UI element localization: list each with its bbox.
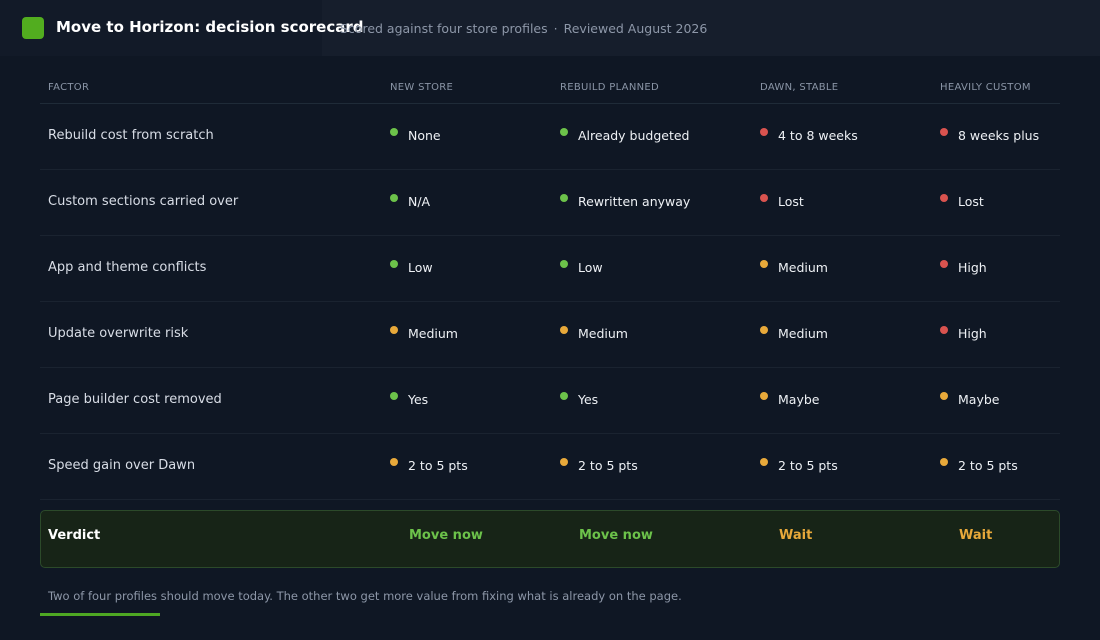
status-dot-icon (560, 128, 568, 136)
footnote: Two of four profiles should move today. … (48, 589, 682, 603)
factor-label: Rebuild cost from scratch (48, 128, 214, 143)
cell-value: Yes (408, 392, 429, 407)
status-dot-icon (560, 326, 568, 334)
verdict-rebuild-planned: Move now (579, 528, 653, 543)
cell-value: 2 to 5 pts (408, 458, 468, 473)
status-dot-icon (560, 392, 568, 400)
factor-label: Update overwrite risk (48, 326, 189, 341)
column-header-dawn-stable: DAWN, STABLE (760, 82, 839, 93)
cell-value: N/A (408, 194, 431, 209)
cell-value: 8 weeks plus (958, 128, 1040, 143)
table-row: Custom sections carried over N/A Rewritten… (40, 170, 1060, 236)
status-dot-icon (760, 260, 768, 268)
verdict-new-store: Move now (409, 528, 483, 543)
status-dot-icon (940, 260, 948, 268)
status-dot-icon (940, 128, 948, 136)
app-logo-icon (22, 17, 44, 39)
column-header-new-store: NEW STORE (390, 82, 454, 93)
status-dot-icon (390, 458, 398, 466)
factor-label: Page builder cost removed (48, 392, 222, 407)
status-dot-icon (940, 326, 948, 334)
cell-value: Maybe (778, 392, 820, 407)
verdict-dawn-stable: Wait (779, 528, 813, 543)
status-dot-icon (940, 458, 948, 466)
cell-value: Medium (778, 260, 828, 275)
status-dot-icon (760, 326, 768, 334)
cell-value: Already budgeted (578, 128, 690, 143)
cell-value: Low (408, 260, 433, 275)
cell-value: High (958, 260, 987, 275)
cell-value: None (408, 128, 441, 143)
column-header-rebuild-planned: REBUILD PLANNED (560, 82, 659, 93)
table-row: Rebuild cost from scratch None Already bud… (40, 104, 1060, 170)
table-row: Speed gain over Dawn 2 to 5 pts 2 to 5 pts… (40, 434, 1060, 500)
column-header-heavily-custom: HEAVILY CUSTOM (940, 82, 1031, 93)
status-dot-icon (560, 260, 568, 268)
cell-value: Lost (958, 194, 984, 209)
header-separator: · (553, 21, 558, 36)
cell-value: Medium (778, 326, 828, 341)
header-reviewed: Reviewed August 2026 (563, 21, 708, 36)
header-subtitle: Scored against four store profiles (340, 21, 548, 36)
cell-value: Medium (408, 326, 458, 341)
column-header-factor: FACTOR (48, 82, 90, 93)
cell-value: 2 to 5 pts (578, 458, 638, 473)
factor-label: App and theme conflicts (48, 260, 207, 275)
cell-value: Low (578, 260, 603, 275)
status-dot-icon (940, 392, 948, 400)
cell-value: Yes (578, 392, 599, 407)
status-dot-icon (760, 392, 768, 400)
status-dot-icon (560, 458, 568, 466)
factor-label: Speed gain over Dawn (48, 458, 196, 473)
status-dot-icon (390, 128, 398, 136)
table-row: Update overwrite risk Medium Medium Medium H… (40, 302, 1060, 368)
cell-value: Rewritten anyway (578, 194, 691, 209)
cell-value: 2 to 5 pts (778, 458, 838, 473)
status-dot-icon (390, 392, 398, 400)
header-bar: Move to Horizon: decision scorecard Scor… (0, 0, 1100, 56)
verdict-heavily-custom: Wait (959, 528, 993, 543)
status-dot-icon (390, 194, 398, 202)
status-dot-icon (560, 194, 568, 202)
cell-value: High (958, 326, 987, 341)
status-dot-icon (760, 194, 768, 202)
factor-label: Custom sections carried over (48, 194, 239, 209)
status-dot-icon (940, 194, 948, 202)
status-dot-icon (760, 128, 768, 136)
cell-value: 2 to 5 pts (958, 458, 1018, 473)
table-row: App and theme conflicts Low Low Medium High (40, 236, 1060, 302)
cell-value: 4 to 8 weeks (778, 128, 858, 143)
table-header: FACTOR NEW STORE REBUILD PLANNED DAWN, S… (40, 72, 1060, 104)
verdict-label: Verdict (48, 528, 101, 543)
cell-value: Maybe (958, 392, 1000, 407)
page-title: Move to Horizon: decision scorecard (56, 18, 364, 36)
table-row: Page builder cost removed Yes Yes Maybe Mayb… (40, 368, 1060, 434)
header-meta: Scored against four store profiles · Revie… (340, 21, 707, 36)
verdict-row: Verdict Move now Move now Wait Wait (40, 510, 1060, 568)
status-dot-icon (760, 458, 768, 466)
accent-divider (40, 613, 160, 616)
cell-value: Lost (778, 194, 804, 209)
status-dot-icon (390, 326, 398, 334)
cell-value: Medium (578, 326, 628, 341)
status-dot-icon (390, 260, 398, 268)
